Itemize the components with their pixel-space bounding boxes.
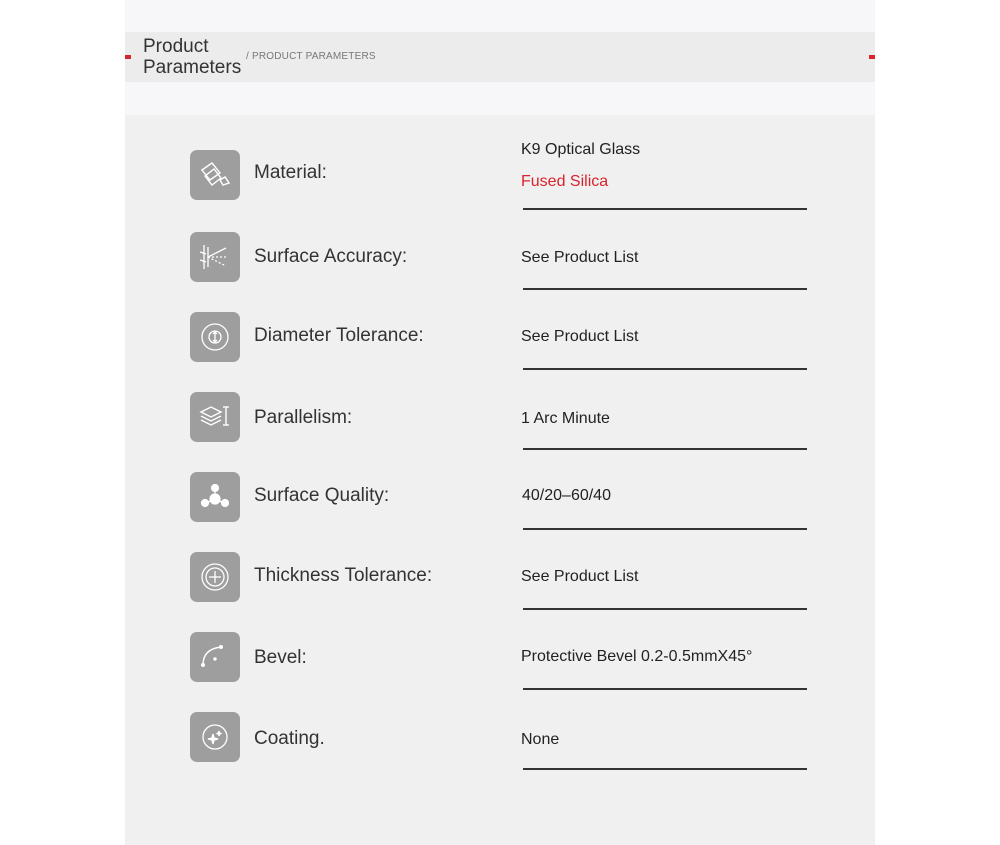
param-value: Protective Bevel 0.2-0.5mmX45° [521, 648, 753, 665]
reflection-icon [190, 232, 240, 282]
param-value: See Product List [521, 328, 639, 345]
row-divider [523, 208, 807, 210]
param-row-diameter-tolerance: Diameter Tolerance: See Product List [190, 312, 810, 392]
param-value: 1 Arc Minute [521, 410, 610, 427]
param-label: Bevel: [254, 647, 307, 668]
row-divider [523, 768, 807, 770]
param-label: Parallelism: [254, 407, 353, 428]
accent-mark-left [125, 55, 131, 59]
layers-icon [190, 392, 240, 442]
section-subheader [125, 82, 875, 115]
param-label: Surface Accuracy: [254, 246, 408, 267]
row-divider [523, 448, 807, 450]
top-strip [125, 0, 875, 32]
param-label: Surface Quality: [254, 485, 390, 506]
param-label: Material: [254, 162, 327, 183]
param-row-bevel: Bevel: Protective Bevel 0.2-0.5mmX45° [190, 632, 810, 712]
row-divider [523, 288, 807, 290]
param-row-surface-accuracy: Surface Accuracy: See Product List [190, 232, 810, 312]
section-title: Product Parameters [143, 36, 242, 78]
sparkle-icon [190, 712, 240, 762]
diameter-icon [190, 312, 240, 362]
bevel-curve-icon [190, 632, 240, 682]
param-value: See Product List [521, 249, 639, 266]
row-divider [523, 528, 807, 530]
param-value: 40/20–60/40 [522, 487, 611, 504]
param-value: K9 Optical Glass [521, 141, 641, 158]
glass-icon [190, 150, 240, 200]
param-label: Diameter Tolerance: [254, 325, 424, 346]
param-value: None [521, 731, 560, 748]
param-label: Coating. [254, 728, 325, 749]
param-row-material: Material: K9 Optical Glass Fused Silica [190, 141, 810, 230]
param-value: See Product List [521, 568, 639, 585]
molecule-icon [190, 472, 240, 522]
param-label: Thickness Tolerance: [254, 565, 433, 586]
row-divider [523, 688, 807, 690]
section-subtitle: / PRODUCT PARAMETERS [246, 51, 376, 62]
param-row-surface-quality: Surface Quality: 40/20–60/40 [190, 472, 810, 552]
param-value-highlight: Fused Silica [521, 173, 609, 190]
param-row-coating: Coating. None [190, 712, 810, 792]
param-row-thickness-tolerance: Thickness Tolerance: See Product List [190, 552, 810, 632]
row-divider [523, 608, 807, 610]
thickness-icon [190, 552, 240, 602]
row-divider [523, 368, 807, 370]
accent-mark-right [869, 55, 875, 59]
param-row-parallelism: Parallelism: 1 Arc Minute [190, 392, 810, 472]
